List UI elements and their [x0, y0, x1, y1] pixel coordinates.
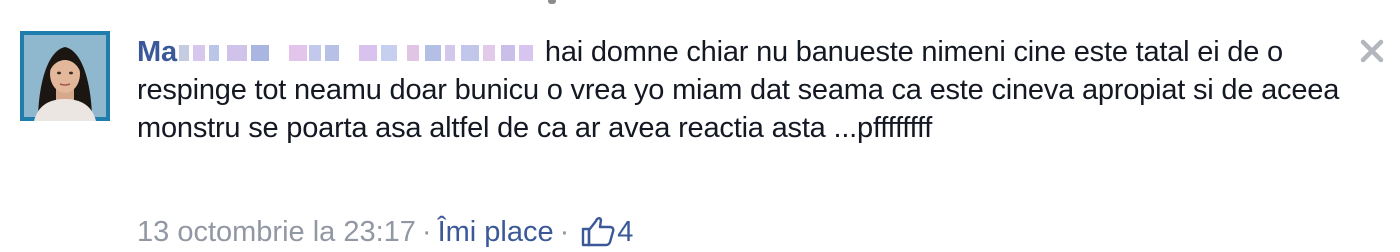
- author-name[interactable]: Ma: [137, 33, 177, 71]
- profile-photo: [20, 31, 110, 121]
- comment-body: Ma hai domne chiar nu banueste nimeni ci…: [137, 33, 1347, 147]
- like-button[interactable]: Îmi place: [438, 216, 554, 248]
- separator: ·: [421, 216, 432, 248]
- comment-footer: 13 octombrie la 23:17 · Îmi place · 4: [137, 212, 633, 252]
- comment-panel: Ma hai domne chiar nu banueste nimeni ci…: [0, 0, 1400, 252]
- thumbs-up-icon[interactable]: [581, 215, 615, 252]
- separator: ·: [559, 216, 570, 248]
- like-count[interactable]: 4: [617, 216, 633, 248]
- close-icon[interactable]: [1357, 36, 1387, 66]
- timestamp[interactable]: 13 octombrie la 23:17: [137, 216, 416, 248]
- avatar[interactable]: [20, 31, 110, 121]
- author-name-visible[interactable]: Ma: [137, 36, 177, 68]
- author-name-redacted: [178, 45, 535, 61]
- divider-fragment: [548, 0, 556, 4]
